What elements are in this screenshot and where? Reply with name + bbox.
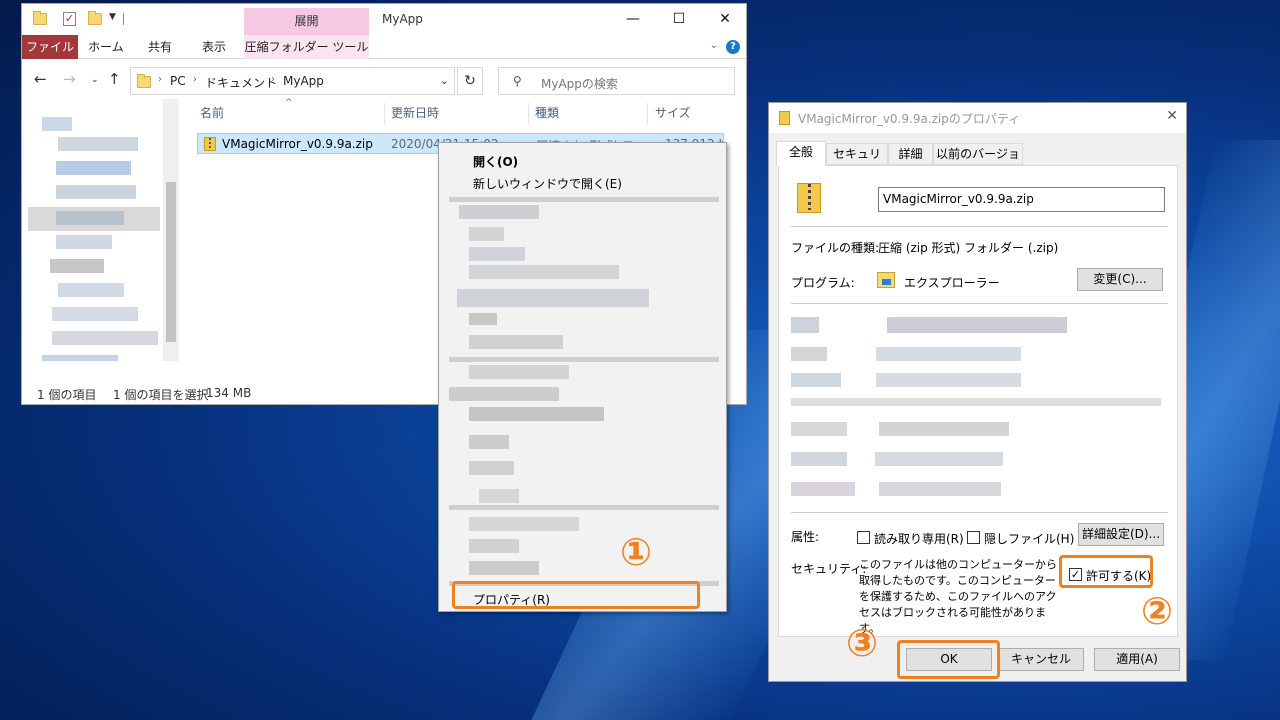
tab-view[interactable]: 表示	[194, 35, 234, 59]
highlight-allow-checkbox	[1059, 555, 1153, 588]
properties-dialog: VMagicMirror_v0.9.9a.zipのプロパティ ✕ 全般 セキュリ…	[768, 102, 1187, 682]
tab-share[interactable]: 共有	[140, 35, 180, 59]
breadcrumb-separator-icon[interactable]: ›	[193, 74, 197, 85]
refresh-icon[interactable]: ↻	[457, 67, 483, 95]
address-row: ← → ⌄ ↑ › PC › ドキュメント › MyApp ⌄ ↻ ⚲ MyAp…	[22, 64, 746, 96]
breadcrumb-item[interactable]: ドキュメント	[205, 74, 277, 91]
menu-item-open-new-window[interactable]: 新しいウィンドウで開く(E)	[473, 175, 622, 192]
new-folder-icon[interactable]	[88, 11, 102, 26]
breadcrumb-separator-icon[interactable]: ›	[158, 74, 162, 85]
up-arrow-icon[interactable]: ↑	[108, 70, 121, 88]
explorer-app-icon	[877, 272, 895, 288]
cancel-button[interactable]: キャンセル	[998, 648, 1084, 671]
column-size[interactable]: サイズ	[655, 104, 691, 126]
address-dropdown-icon[interactable]: ⌄	[440, 74, 449, 87]
type-label: ファイルの種類:	[791, 241, 880, 255]
dialog-titlebar: VMagicMirror_v0.9.9a.zipのプロパティ ✕	[769, 103, 1186, 133]
tab-home[interactable]: ホーム	[84, 35, 128, 59]
menu-separator	[449, 505, 719, 510]
apply-button[interactable]: 適用(A)	[1094, 648, 1180, 671]
step-2-badge: ②	[1141, 589, 1174, 633]
close-icon[interactable]: ✕	[702, 4, 746, 35]
file-name: VMagicMirror_v0.9.9a.zip	[222, 137, 373, 151]
menu-separator	[449, 357, 719, 362]
tab-details[interactable]: 詳細	[888, 143, 933, 165]
filename-field[interactable]: VMagicMirror_v0.9.9a.zip	[878, 187, 1165, 212]
step-1-badge: ①	[620, 530, 653, 574]
column-separator[interactable]	[647, 103, 648, 125]
advanced-button[interactable]: 詳細設定(D)...	[1078, 523, 1164, 546]
status-selected: 1 個の項目を選択	[113, 388, 209, 402]
tab-compressed-folder-tools[interactable]: 圧縮フォルダー ツール	[244, 35, 369, 59]
security-warning-text: このファイルは他のコンピューターから取得したものです。このコンピューターを保護す…	[859, 558, 1057, 635]
breadcrumb-separator-icon[interactable]: ›	[271, 74, 275, 85]
zip-file-icon	[204, 137, 216, 151]
column-type[interactable]: 種類	[535, 104, 559, 126]
search-input[interactable]: ⚲ MyAppの検索	[498, 67, 735, 95]
search-placeholder: MyAppの検索	[541, 77, 618, 91]
tab-security[interactable]: セキュリティ	[826, 143, 888, 181]
close-icon[interactable]: ✕	[1166, 108, 1178, 124]
column-separator[interactable]	[528, 103, 529, 125]
tab-previous-versions[interactable]: 以前のバージョン	[933, 143, 1023, 181]
recent-dropdown-icon[interactable]: ⌄	[91, 75, 99, 85]
maximize-icon[interactable]: ☐	[656, 4, 702, 35]
dialog-title: VMagicMirror_v0.9.9a.zipのプロパティ	[798, 112, 1021, 126]
tab-general[interactable]: 全般	[776, 141, 826, 166]
status-count: 1 個の項目	[37, 388, 97, 402]
zip-file-icon	[797, 183, 821, 213]
program-value: エクスプローラー	[904, 276, 1000, 290]
context-menu: 開く(O) 新しいウィンドウで開く(E) プロパティ(R)	[438, 142, 727, 612]
column-separator[interactable]	[384, 103, 385, 125]
column-date[interactable]: 更新日時	[391, 104, 439, 126]
menu-separator	[449, 197, 719, 202]
breadcrumb-item[interactable]: PC	[170, 74, 186, 88]
ribbon-tabs: ファイル ホーム 共有 表示 圧縮フォルダー ツール	[22, 35, 746, 59]
status-size: 134 MB	[206, 386, 252, 400]
help-icon[interactable]: ?	[726, 40, 740, 54]
type-value: 圧縮 (zip 形式) フォルダー (.zip)	[878, 241, 1059, 255]
divider	[791, 512, 1168, 513]
folder-icon[interactable]	[33, 11, 47, 26]
divider	[791, 303, 1168, 304]
divider	[791, 226, 1168, 227]
ribbon-expand-chevron-icon[interactable]: ⌄	[710, 40, 718, 51]
sort-ascending-icon: ^	[285, 98, 293, 108]
window-title: MyApp	[382, 12, 423, 26]
navigation-pane[interactable]	[22, 99, 179, 361]
qat-separator	[123, 13, 124, 25]
breadcrumb-item[interactable]: MyApp	[283, 74, 324, 88]
change-button[interactable]: 変更(C)...	[1077, 268, 1163, 291]
menu-item-open[interactable]: 開く(O)	[473, 153, 518, 170]
search-icon: ⚲	[513, 74, 522, 88]
readonly-checkbox[interactable]	[857, 531, 870, 544]
context-tab-header[interactable]: 展開	[244, 8, 369, 35]
folder-icon	[137, 74, 151, 88]
explorer-titlebar: ✓ ▼ 展開 MyApp — ☐ ✕	[22, 4, 746, 35]
highlight-properties-menu	[452, 581, 700, 609]
security-label: セキュリティ:	[791, 562, 867, 576]
properties-check-icon[interactable]: ✓	[63, 12, 77, 26]
highlight-ok-button	[897, 640, 1000, 679]
address-bar[interactable]: › PC › ドキュメント › MyApp ⌄	[130, 67, 455, 95]
hidden-checkbox[interactable]	[967, 531, 980, 544]
hidden-label[interactable]: 隠しファイル(H)	[984, 530, 1074, 547]
column-name[interactable]: 名前	[200, 104, 224, 126]
readonly-label[interactable]: 読み取り専用(R)	[874, 530, 964, 547]
qat-dropdown-icon[interactable]: ▼	[109, 12, 116, 22]
program-label: プログラム:	[791, 276, 855, 290]
step-3-badge: ③	[846, 621, 879, 665]
tab-file[interactable]: ファイル	[22, 35, 78, 59]
minimize-icon[interactable]: —	[610, 4, 656, 35]
nav-scrollbar-thumb[interactable]	[166, 182, 176, 342]
back-arrow-icon[interactable]: ←	[34, 70, 47, 88]
forward-arrow-icon[interactable]: →	[63, 70, 76, 88]
attributes-label: 属性:	[791, 530, 820, 544]
zip-file-icon	[779, 111, 790, 125]
